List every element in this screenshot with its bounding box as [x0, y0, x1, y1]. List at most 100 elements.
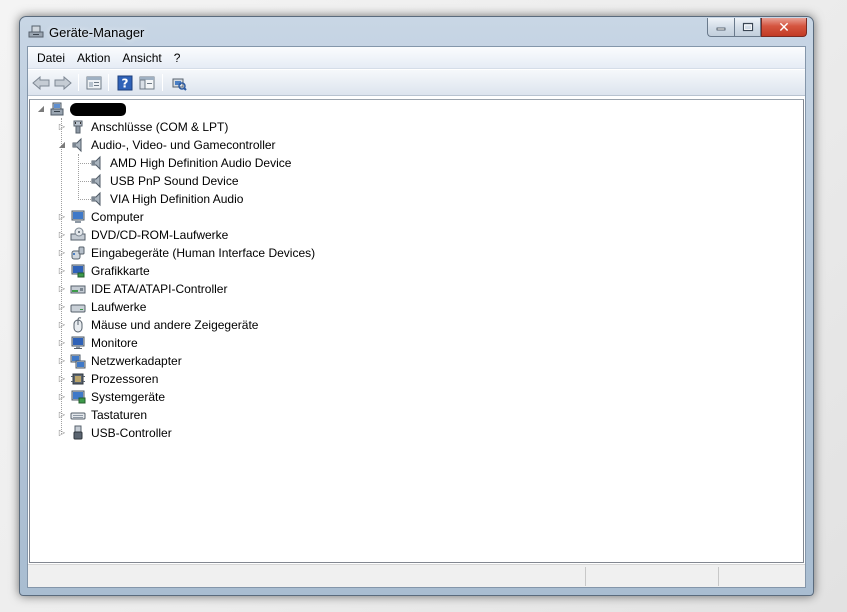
expand-icon[interactable]: ▷	[58, 429, 66, 437]
tree-category-label: Grafikkarte	[91, 264, 150, 278]
properties-icon	[86, 76, 102, 90]
toolbar: ?	[28, 70, 805, 96]
tree-category-label: Anschlüsse (COM & LPT)	[91, 120, 229, 134]
tree-category-label: Monitore	[91, 336, 138, 350]
device-speaker-icon	[91, 191, 101, 207]
title-bar[interactable]: Geräte-Manager ✕	[20, 17, 813, 47]
tree-category[interactable]: ▷ Mäuse und andere Zeigegeräte	[30, 316, 390, 334]
tree-category[interactable]: ▷ Computer	[30, 208, 390, 226]
expand-icon[interactable]: ▷	[58, 267, 66, 275]
expand-icon[interactable]: ▷	[58, 213, 66, 221]
expand-icon[interactable]: ▷	[58, 123, 66, 131]
computer-icon	[71, 210, 85, 223]
menu-bar: Datei Aktion Ansicht ?	[28, 47, 805, 69]
expand-icon[interactable]: ▷	[58, 357, 66, 365]
disk-drive-icon	[70, 304, 86, 313]
close-button[interactable]: ✕	[761, 18, 807, 37]
expand-icon[interactable]: ▷	[58, 411, 66, 419]
tree-device-item[interactable]: AMD High Definition Audio Device	[30, 154, 390, 172]
device-speaker-icon	[91, 173, 101, 189]
help-icon-glyph: ?	[122, 77, 129, 91]
tree-device-label: VIA High Definition Audio	[110, 192, 244, 206]
menu-ansicht[interactable]: Ansicht	[116, 48, 167, 68]
console-tree-button[interactable]	[137, 74, 157, 92]
tree-category[interactable]: ▷ Grafikkarte	[30, 262, 390, 280]
speaker-icon	[72, 137, 82, 153]
properties-button[interactable]	[84, 74, 104, 92]
client-area: Datei Aktion Ansicht ? ? ◢ ▷ Anschlüsse …	[27, 46, 806, 588]
tree-category-label: IDE ATA/ATAPI-Controller	[91, 282, 228, 296]
device-manager-window: Geräte-Manager ✕ Datei Aktion Ansicht ?	[19, 16, 814, 596]
forward-arrow-icon	[54, 76, 72, 90]
scan-hardware-icon	[172, 78, 187, 91]
monitor-icon	[71, 336, 85, 349]
forward-button[interactable]	[53, 74, 73, 92]
tree-root-node[interactable]: ◢	[30, 100, 230, 118]
device-tree[interactable]: ◢ ▷ Anschlüsse (COM & LPT) ◢ Audio-, Video-…	[29, 99, 804, 563]
collapse-icon[interactable]: ◢	[37, 105, 45, 113]
tree-device-item[interactable]: VIA High Definition Audio	[30, 190, 390, 208]
minimize-icon	[716, 27, 726, 31]
device-manager-app-icon	[28, 25, 44, 38]
tree-category[interactable]: ▷ IDE ATA/ATAPI-Controller	[30, 280, 390, 298]
tree-category[interactable]: ▷ DVD/CD-ROM-Laufwerke	[30, 226, 390, 244]
system-devices-icon	[71, 390, 86, 404]
menu-help[interactable]: ?	[168, 48, 187, 68]
help-button[interactable]: ?	[115, 74, 135, 92]
tree-category-label: Prozessoren	[91, 372, 159, 386]
network-adapter-icon	[70, 354, 86, 369]
back-arrow-icon	[32, 76, 50, 90]
tree-category-label: Laufwerke	[91, 300, 147, 314]
tree-category[interactable]: ▷ Netzwerkadapter	[30, 352, 390, 370]
menu-datei[interactable]: Datei	[31, 48, 71, 68]
keyboard-icon	[70, 412, 86, 420]
expand-icon[interactable]: ▷	[58, 393, 66, 401]
processor-icon	[71, 373, 85, 385]
tree-device-label: USB PnP Sound Device	[110, 174, 239, 188]
console-tree-icon	[139, 76, 155, 90]
tree-category-label: Systemgeräte	[91, 390, 166, 404]
expand-icon[interactable]: ▷	[58, 339, 66, 347]
tree-category-label: Netzwerkadapter	[91, 354, 182, 368]
hid-icon	[71, 246, 85, 260]
expand-icon[interactable]: ▷	[58, 285, 66, 293]
port-icon	[73, 120, 83, 134]
tree-category[interactable]: ▷ Anschlüsse (COM & LPT)	[30, 118, 390, 136]
caption-buttons: ✕	[707, 18, 807, 37]
tree-category-label: Computer	[91, 210, 144, 224]
ide-controller-icon	[70, 285, 86, 294]
menu-aktion[interactable]: Aktion	[71, 48, 116, 68]
toolbar-separator	[162, 74, 163, 91]
tree-category[interactable]: ▷ USB-Controller	[30, 424, 390, 442]
expand-icon[interactable]: ▷	[58, 231, 66, 239]
minimize-button[interactable]	[707, 18, 734, 37]
close-icon: ✕	[778, 18, 790, 35]
expand-icon[interactable]: ▷	[58, 321, 66, 329]
tree-device-label: AMD High Definition Audio Device	[110, 156, 292, 170]
collapse-icon[interactable]: ◢	[58, 141, 66, 149]
dvd-drive-icon	[70, 227, 86, 241]
usb-controller-icon	[73, 425, 83, 440]
tree-category-label: Tastaturen	[91, 408, 148, 422]
window-title: Geräte-Manager	[49, 25, 145, 40]
expand-icon[interactable]: ▷	[58, 375, 66, 383]
tree-device-item[interactable]: USB PnP Sound Device	[30, 172, 390, 190]
tree-category[interactable]: ▷ Eingabegeräte (Human Interface Devices)	[30, 244, 390, 262]
scan-hardware-button[interactable]	[169, 74, 189, 92]
tree-category[interactable]: ▷ Prozessoren	[30, 370, 390, 388]
tree-category-label: Eingabegeräte (Human Interface Devices)	[91, 246, 316, 260]
tree-category[interactable]: ◢ Audio-, Video- und Gamecontroller	[30, 136, 390, 154]
back-button[interactable]	[31, 74, 51, 92]
tree-category[interactable]: ▷ Laufwerke	[30, 298, 390, 316]
tree-category-label: DVD/CD-ROM-Laufwerke	[91, 228, 229, 242]
expand-icon[interactable]: ▷	[58, 303, 66, 311]
tree-category[interactable]: ▷ Monitore	[30, 334, 390, 352]
status-bar	[28, 564, 805, 587]
tree-category[interactable]: ▷ Systemgeräte	[30, 388, 390, 406]
device-speaker-icon	[91, 155, 101, 171]
maximize-button[interactable]	[734, 18, 761, 37]
status-pane	[718, 567, 806, 586]
expand-icon[interactable]: ▷	[58, 249, 66, 257]
help-icon: ?	[117, 75, 133, 91]
tree-category[interactable]: ▷ Tastaturen	[30, 406, 390, 424]
